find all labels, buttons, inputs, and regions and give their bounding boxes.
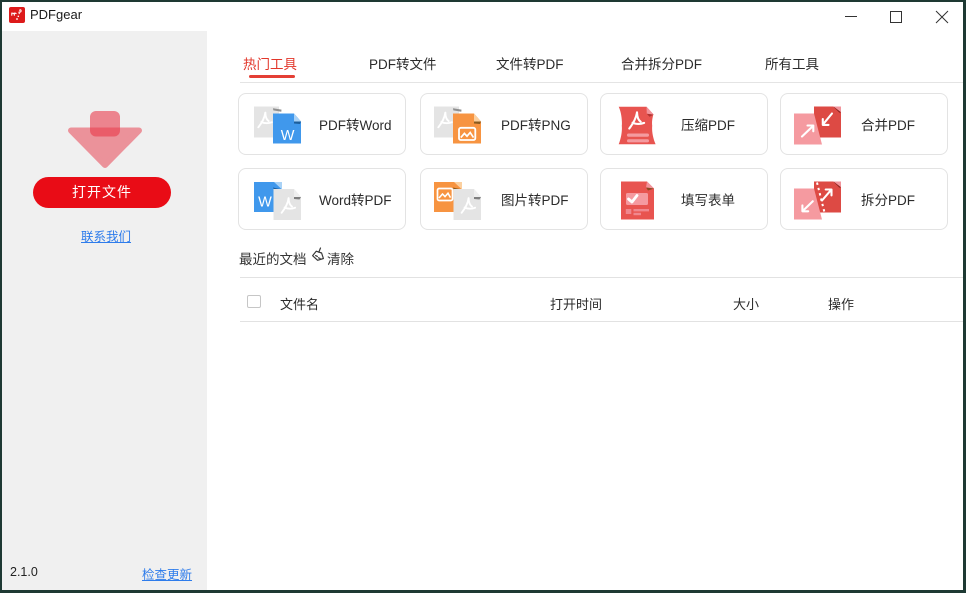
svg-text:W: W — [258, 195, 272, 211]
svg-text:W: W — [281, 128, 295, 144]
